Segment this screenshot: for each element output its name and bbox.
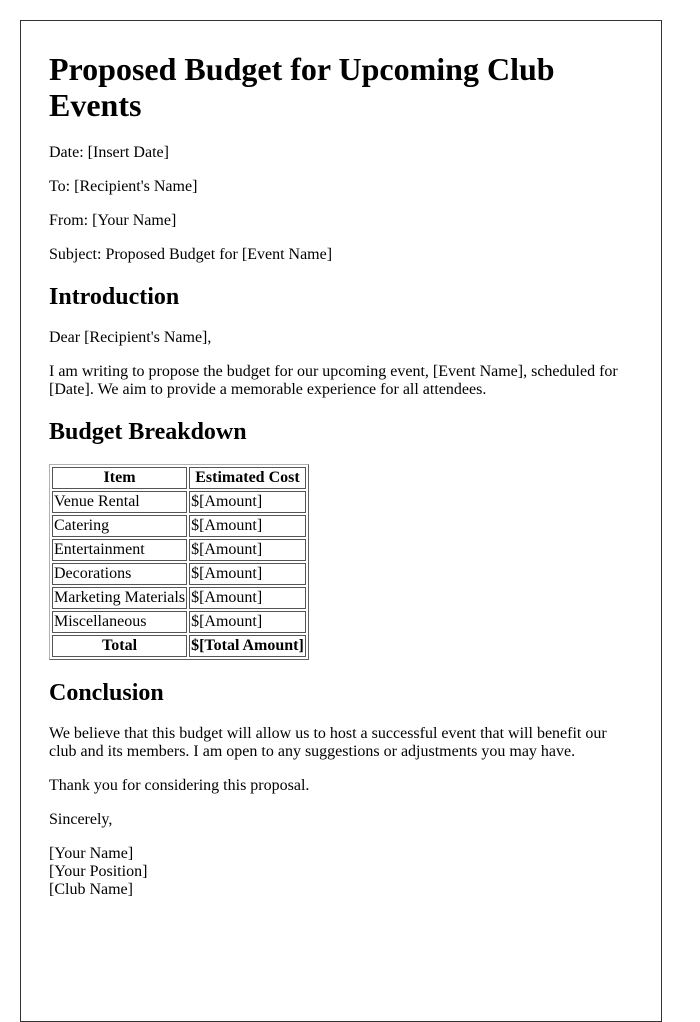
table-row: Decorations $[Amount] [52,563,306,585]
from-line: From: [Your Name] [49,212,629,230]
total-cost: $[Total Amount] [189,635,306,657]
cost-cell: $[Amount] [189,563,306,585]
item-cell: Marketing Materials [52,587,188,609]
subject-value: Proposed Budget for [Event Name] [105,246,333,263]
salutation: Dear [Recipient's Name], [49,329,212,346]
table-header-row: Item Estimated Cost [52,467,306,489]
cost-cell: $[Amount] [189,515,306,537]
closing-line: Sincerely, [49,811,113,828]
letter-document: Proposed Budget for Upcoming Club Events… [20,20,662,1022]
column-header-cost: Estimated Cost [189,467,306,489]
signature-name: [Your Name] [49,845,134,862]
conclusion-body: We believe that this budget will allow u… [49,725,607,760]
table-row: Catering $[Amount] [52,515,306,537]
date-line: Date: [Insert Date] [49,144,629,162]
date-label: Date: [49,144,84,161]
to-line: To: [Recipient's Name] [49,178,629,196]
thanks-line: Thank you for considering this proposal. [49,777,310,794]
item-cell: Catering [52,515,188,537]
table-row: Miscellaneous $[Amount] [52,611,306,633]
date-value: [Insert Date] [87,144,169,161]
budget-heading: Budget Breakdown [49,419,247,445]
document-title: Proposed Budget for Upcoming Club Events [49,51,555,123]
table-row: Entertainment $[Amount] [52,539,306,561]
from-label: From: [49,212,89,229]
item-cell: Venue Rental [52,491,188,513]
conclusion-heading: Conclusion [49,680,164,706]
cost-cell: $[Amount] [189,611,306,633]
cost-cell: $[Amount] [189,587,306,609]
item-cell: Decorations [52,563,188,585]
introduction-heading: Introduction [49,284,180,310]
to-label: To: [49,178,71,195]
to-value: [Recipient's Name] [74,178,198,195]
item-cell: Miscellaneous [52,611,188,633]
signature-club: [Club Name] [49,881,133,898]
cost-cell: $[Amount] [189,491,306,513]
total-row: Total $[Total Amount] [52,635,306,657]
introduction-body: I am writing to propose the budget for o… [49,363,618,398]
item-cell: Entertainment [52,539,188,561]
total-label: Total [52,635,188,657]
table-row: Marketing Materials $[Amount] [52,587,306,609]
signature-position: [Your Position] [49,863,148,880]
cost-cell: $[Amount] [189,539,306,561]
from-value: [Your Name] [92,212,177,229]
subject-label: Subject: [49,246,102,263]
budget-table: Item Estimated Cost Venue Rental $[Amoun… [49,464,309,660]
signature-block: [Your Name] [Your Position] [Club Name] [49,845,629,899]
column-header-item: Item [52,467,188,489]
subject-line: Subject: Proposed Budget for [Event Name… [49,246,629,264]
table-row: Venue Rental $[Amount] [52,491,306,513]
